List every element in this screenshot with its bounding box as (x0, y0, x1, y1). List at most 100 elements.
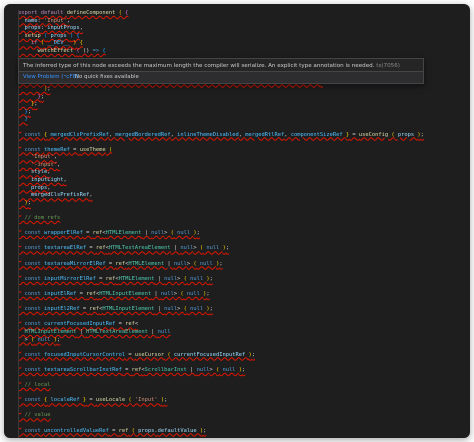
code-token: ; (206, 290, 210, 297)
code-line[interactable] (4, 139, 470, 147)
code-token: = (105, 260, 116, 267)
code-line[interactable] (4, 313, 470, 322)
code-line[interactable]: style, (4, 169, 470, 178)
code-token: ref (131, 366, 142, 373)
code-token: const (18, 260, 44, 267)
code-line[interactable]: const focusedInputCursorControl = useCur… (4, 351, 470, 360)
indent-guide (18, 177, 19, 185)
code-token: currentFocusedInputRef (170, 351, 249, 358)
code-line[interactable]: ); (4, 85, 470, 94)
hover-error-code: ts(7056) (376, 63, 400, 69)
code-line[interactable]: }; (4, 93, 470, 102)
code-line[interactable]: // local (4, 382, 470, 390)
code-line[interactable] (4, 268, 470, 276)
code-token: const (18, 366, 44, 373)
code-token: const (18, 131, 44, 138)
code-line[interactable]: ); (4, 199, 470, 208)
code-line[interactable]: watchEffect ( () => { (4, 47, 470, 56)
code-token: null (157, 328, 171, 335)
code-line[interactable] (4, 435, 470, 438)
code-token: ) (18, 85, 48, 92)
code-token: | (154, 306, 165, 313)
code-line[interactable] (4, 207, 470, 216)
code-token: default (40, 10, 67, 16)
code-line[interactable] (4, 389, 470, 398)
code-line[interactable]: props, (4, 184, 470, 193)
code-line[interactable]: '-input', (4, 161, 470, 170)
code-line[interactable] (4, 420, 470, 428)
code-token: ref (105, 275, 116, 282)
code-line[interactable]: const textareaMirrorElRef = ref<HTMLElem… (4, 260, 470, 269)
code-token: inputEl2Ref (43, 306, 80, 313)
code-token: = (86, 397, 96, 404)
code-line[interactable]: HTMLInputElement | HTMLTextAreaElement |… (4, 328, 470, 337)
view-problem-link[interactable]: View Problem (⌥F8) (23, 74, 78, 80)
code-token: | (147, 328, 158, 335)
code-line[interactable] (4, 283, 470, 291)
code-line[interactable]: if ( __DEV__ ) { (4, 40, 470, 48)
code-line[interactable] (4, 253, 470, 261)
code-token: | (154, 275, 165, 282)
code-line[interactable] (4, 374, 470, 383)
code-line[interactable]: // dom refs (4, 215, 470, 223)
code-line[interactable]: // value (4, 412, 470, 421)
code-token: { (99, 47, 106, 54)
code-line[interactable]: > ( null ); (4, 336, 470, 345)
code-line[interactable] (4, 298, 470, 307)
code-token: style (18, 169, 48, 176)
code-line[interactable]: inputLight, (4, 177, 470, 185)
code-token: ref (89, 306, 100, 313)
code-line[interactable]: const { localeRef } = useLocale ( 'Input… (4, 397, 470, 405)
code-token: null (196, 366, 210, 373)
indent-guide (18, 351, 19, 360)
code-token: , (47, 169, 51, 176)
indent-guide (18, 245, 19, 253)
code-line[interactable]: const inputMirrorElRef = ref<HTMLElement… (4, 275, 470, 284)
code-line[interactable]: mergedClsPrefixRef, (4, 192, 470, 200)
code-line[interactable] (4, 123, 470, 132)
code-token: useCursor (134, 351, 165, 358)
code-token: props (47, 32, 70, 39)
code-line[interactable] (4, 237, 470, 246)
indent-guide (18, 47, 19, 56)
code-token: = (69, 146, 80, 153)
code-line[interactable] (4, 404, 470, 413)
code-line[interactable]: setup ( props ) { (4, 32, 470, 41)
code-line[interactable]: const currentFocusedInputRef = ref< (4, 321, 470, 329)
code-line[interactable] (4, 344, 470, 352)
code-line[interactable]: const uncontrolledValueRef = ref ( props… (4, 427, 470, 436)
code-line[interactable]: const textareaElRef = ref<HTMLTextAreaEl… (4, 245, 470, 253)
code-line[interactable]: }; (4, 108, 470, 117)
code-token: null (164, 306, 178, 313)
code-line[interactable]: const wrapperElRef = ref<HTMLElement | n… (4, 230, 470, 238)
code-token: ; (420, 131, 424, 138)
code-line[interactable]: const inputElRef = ref<HTMLInputElement … (4, 290, 470, 299)
indent-guide (18, 290, 19, 299)
code-line[interactable]: props: inputProps, (4, 25, 470, 33)
code-line[interactable]: name: 'Input', (4, 17, 470, 26)
code-token: { (73, 32, 80, 39)
code-line[interactable]: } (4, 116, 470, 124)
code-token: { (76, 40, 83, 47)
code-token: null (180, 245, 194, 252)
code-token: inputMirrorElRef (43, 275, 96, 282)
code-line[interactable]: export default defineComponent ( { (4, 10, 470, 18)
indent-guide (18, 427, 19, 436)
code-token: props (18, 184, 48, 191)
code-line[interactable]: const inputEl2Ref = ref<HTMLInputElement… (4, 306, 470, 314)
indent-guide (18, 32, 19, 41)
code-line[interactable] (4, 222, 470, 231)
code-line[interactable]: const textareaScrollbarInstRef = ref<Scr… (4, 366, 470, 375)
code-line[interactable] (4, 359, 470, 367)
code-line[interactable]: const themeRef = useTheme ( (4, 146, 470, 155)
code-token: ; (251, 351, 255, 358)
code-token: null (151, 230, 165, 237)
code-token: = (349, 131, 359, 138)
indent-guide (18, 192, 19, 200)
code-line[interactable]: }; (4, 101, 470, 109)
code-line[interactable]: const { mergedClsPrefixRef, mergedBorder… (4, 131, 470, 140)
indent-guide (18, 298, 19, 307)
indent-guide (18, 374, 19, 383)
indent-guide (18, 123, 19, 132)
code-line[interactable]: 'Input', (4, 154, 470, 162)
